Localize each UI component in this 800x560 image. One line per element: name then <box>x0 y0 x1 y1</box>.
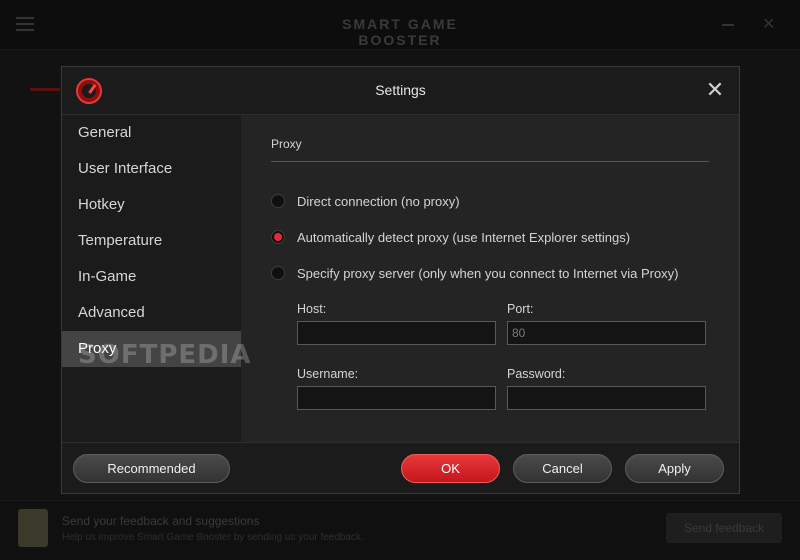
apply-button[interactable]: Apply <box>625 454 724 483</box>
minimize-icon <box>722 24 734 26</box>
radio-label: Automatically detect proxy (use Internet… <box>297 229 631 245</box>
section-title: Proxy <box>271 137 302 151</box>
settings-dialog: Settings ✕ General User Interface Hotkey… <box>61 66 740 494</box>
cancel-button[interactable]: Cancel <box>513 454 612 483</box>
send-feedback-button: Send feedback <box>666 513 782 543</box>
close-icon: ✕ <box>762 16 776 33</box>
radio-specify-proxy[interactable]: Specify proxy server (only when you conn… <box>271 264 679 282</box>
radio-auto-detect-proxy[interactable]: Automatically detect proxy (use Internet… <box>271 228 630 246</box>
radio-button[interactable] <box>271 266 285 280</box>
section-divider <box>271 161 709 162</box>
feedback-subtitle: Help us improve Smart Game Booster by se… <box>62 532 364 543</box>
background-titlebar: SMART GAME BOOSTER ✕ <box>0 0 800 50</box>
radio-button[interactable] <box>271 194 285 208</box>
radio-direct-connection[interactable]: Direct connection (no proxy) <box>271 192 460 210</box>
radio-label: Specify proxy server (only when you conn… <box>297 265 679 281</box>
dialog-footer: Recommended OK Cancel Apply <box>62 442 739 493</box>
sidebar-item-in-game[interactable]: In-Game <box>62 259 241 295</box>
feedback-title: Send your feedback and suggestions <box>62 514 260 528</box>
dialog-header: Settings ✕ <box>62 67 739 115</box>
radio-label: Direct connection (no proxy) <box>297 193 460 209</box>
radio-button-checked[interactable] <box>271 230 285 244</box>
sidebar-item-general[interactable]: General <box>62 115 241 151</box>
host-label: Host: <box>297 302 327 316</box>
sidebar-item-advanced[interactable]: Advanced <box>62 295 241 331</box>
sidebar-item-hotkey[interactable]: Hotkey <box>62 187 241 223</box>
feedback-icon <box>18 509 48 547</box>
port-label: Port: <box>507 302 534 316</box>
recommended-button[interactable]: Recommended <box>73 454 230 483</box>
username-label: Username: <box>297 367 359 381</box>
close-icon[interactable]: ✕ <box>702 77 728 103</box>
background-feedback-bar: Send your feedback and suggestions Help … <box>0 500 800 560</box>
sidebar-item-user-interface[interactable]: User Interface <box>62 151 241 187</box>
host-field[interactable] <box>297 321 496 345</box>
password-field[interactable] <box>507 386 706 410</box>
password-label: Password: <box>507 367 566 381</box>
port-field[interactable] <box>507 321 706 345</box>
softpedia-watermark: SOFTPEDIA <box>78 340 252 370</box>
background-active-tab-indicator <box>30 88 60 91</box>
menu-icon <box>16 17 34 31</box>
ok-button[interactable]: OK <box>401 454 500 483</box>
proxy-settings-panel: Proxy Direct connection (no proxy) Autom… <box>241 115 739 442</box>
background-app-title: SMART GAME BOOSTER <box>342 16 458 48</box>
settings-sidebar: General User Interface Hotkey Temperatur… <box>62 115 241 442</box>
dialog-title: Settings <box>375 82 426 98</box>
sidebar-item-temperature[interactable]: Temperature <box>62 223 241 259</box>
username-field[interactable] <box>297 386 496 410</box>
